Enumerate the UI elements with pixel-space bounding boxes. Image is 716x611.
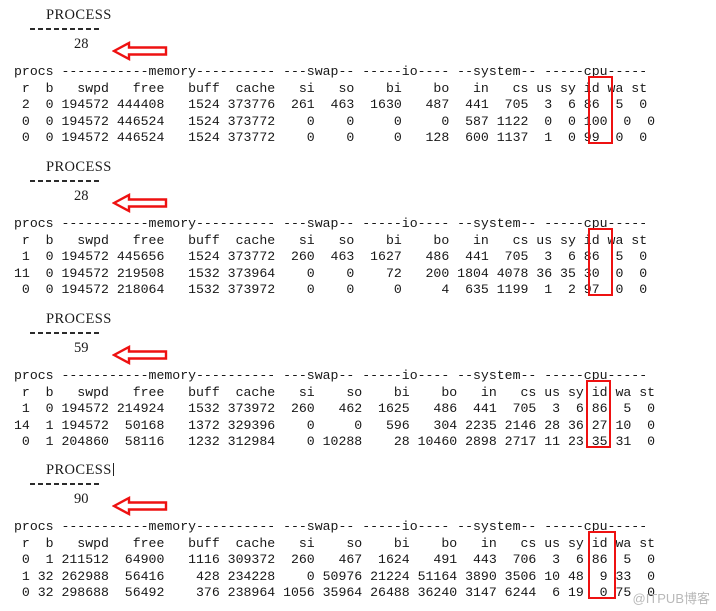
process-label: PROCESS (46, 311, 112, 327)
vmstat-column-header: r b swpd free buff cache si so bi bo in … (14, 535, 656, 551)
table-row: 1 32 262988 56416 428 234228 0 50976 212… (14, 568, 656, 584)
process-header: PROCESS 28 (0, 0, 716, 61)
table-row: 0 1 211512 64900 1116 309372 260 467 162… (14, 552, 656, 568)
divider (30, 180, 102, 182)
vmstat-group-header: procs -----------memory---------- ---swa… (14, 64, 648, 79)
divider (30, 483, 102, 485)
process-header: PROCESS 90 (0, 455, 716, 516)
divider (30, 28, 102, 30)
vmstat-section: PROCESS 28 procs -----------memory------… (0, 152, 716, 297)
table-row: 0 0 194572 446524 1524 373772 0 0 0 128 … (14, 130, 648, 146)
table-row: 1 0 194572 445656 1524 373772 260 463 16… (14, 249, 648, 265)
process-count: 28 (74, 36, 89, 52)
vmstat-group-header: procs -----------memory---------- ---swa… (14, 368, 648, 383)
vmstat-section: PROCESS 28 procs -----------memory------… (0, 0, 716, 145)
vmstat-output: procs -----------memory---------- ---swa… (14, 216, 647, 299)
process-label: PROCESS (46, 159, 112, 175)
vmstat-group-header: procs -----------memory---------- ---swa… (14, 216, 648, 231)
watermark: @ITPUB博客 (632, 591, 710, 606)
vmstat-group-header: procs -----------memory---------- ---swa… (14, 519, 648, 534)
process-label: PROCESS (46, 462, 114, 479)
table-row: 0 32 298688 56492 376 238964 1056 35964 … (14, 585, 656, 601)
table-row: 0 0 194572 218064 1532 373972 0 0 0 4 63… (14, 282, 648, 298)
process-label-text: PROCESS (46, 462, 112, 478)
terminal-screenshot: PROCESS 28 procs -----------memory------… (0, 0, 716, 611)
process-count: 90 (74, 491, 89, 507)
vmstat-column-header: r b swpd free buff cache si so bi bo in … (14, 384, 656, 400)
divider (30, 332, 102, 334)
left-arrow-icon (112, 345, 168, 365)
process-header: PROCESS 59 (0, 304, 716, 365)
left-arrow-icon (112, 41, 168, 61)
process-count: 28 (74, 188, 89, 204)
left-arrow-icon (112, 496, 168, 516)
table-row: 0 0 194572 446524 1524 373772 0 0 0 0 58… (14, 113, 656, 129)
table-row: 1 0 194572 214924 1532 373972 260 462 16… (14, 401, 656, 417)
vmstat-output: procs -----------memory---------- ---swa… (14, 368, 655, 451)
process-count: 59 (74, 340, 89, 356)
vmstat-output: procs -----------memory---------- ---swa… (14, 64, 655, 147)
table-row: 14 1 194572 50168 1372 329396 0 0 596 30… (14, 417, 656, 433)
vmstat-section: PROCESS 90 procs -----------memory------… (0, 455, 716, 600)
table-row: 11 0 194572 219508 1532 373964 0 0 72 20… (14, 265, 648, 281)
table-row: 2 0 194572 444408 1524 373776 261 463 16… (14, 97, 648, 113)
left-arrow-icon (112, 193, 168, 213)
vmstat-section: PROCESS 59 procs -----------memory------… (0, 304, 716, 449)
text-cursor (112, 463, 114, 476)
process-header: PROCESS 28 (0, 152, 716, 213)
table-row: 0 1 204860 58116 1232 312984 0 10288 28 … (14, 434, 656, 450)
process-label: PROCESS (46, 7, 112, 23)
vmstat-column-header: r b swpd free buff cache si so bi bo in … (14, 80, 648, 96)
vmstat-output: procs -----------memory---------- ---swa… (14, 519, 655, 602)
vmstat-column-header: r b swpd free buff cache si so bi bo in … (14, 232, 648, 248)
